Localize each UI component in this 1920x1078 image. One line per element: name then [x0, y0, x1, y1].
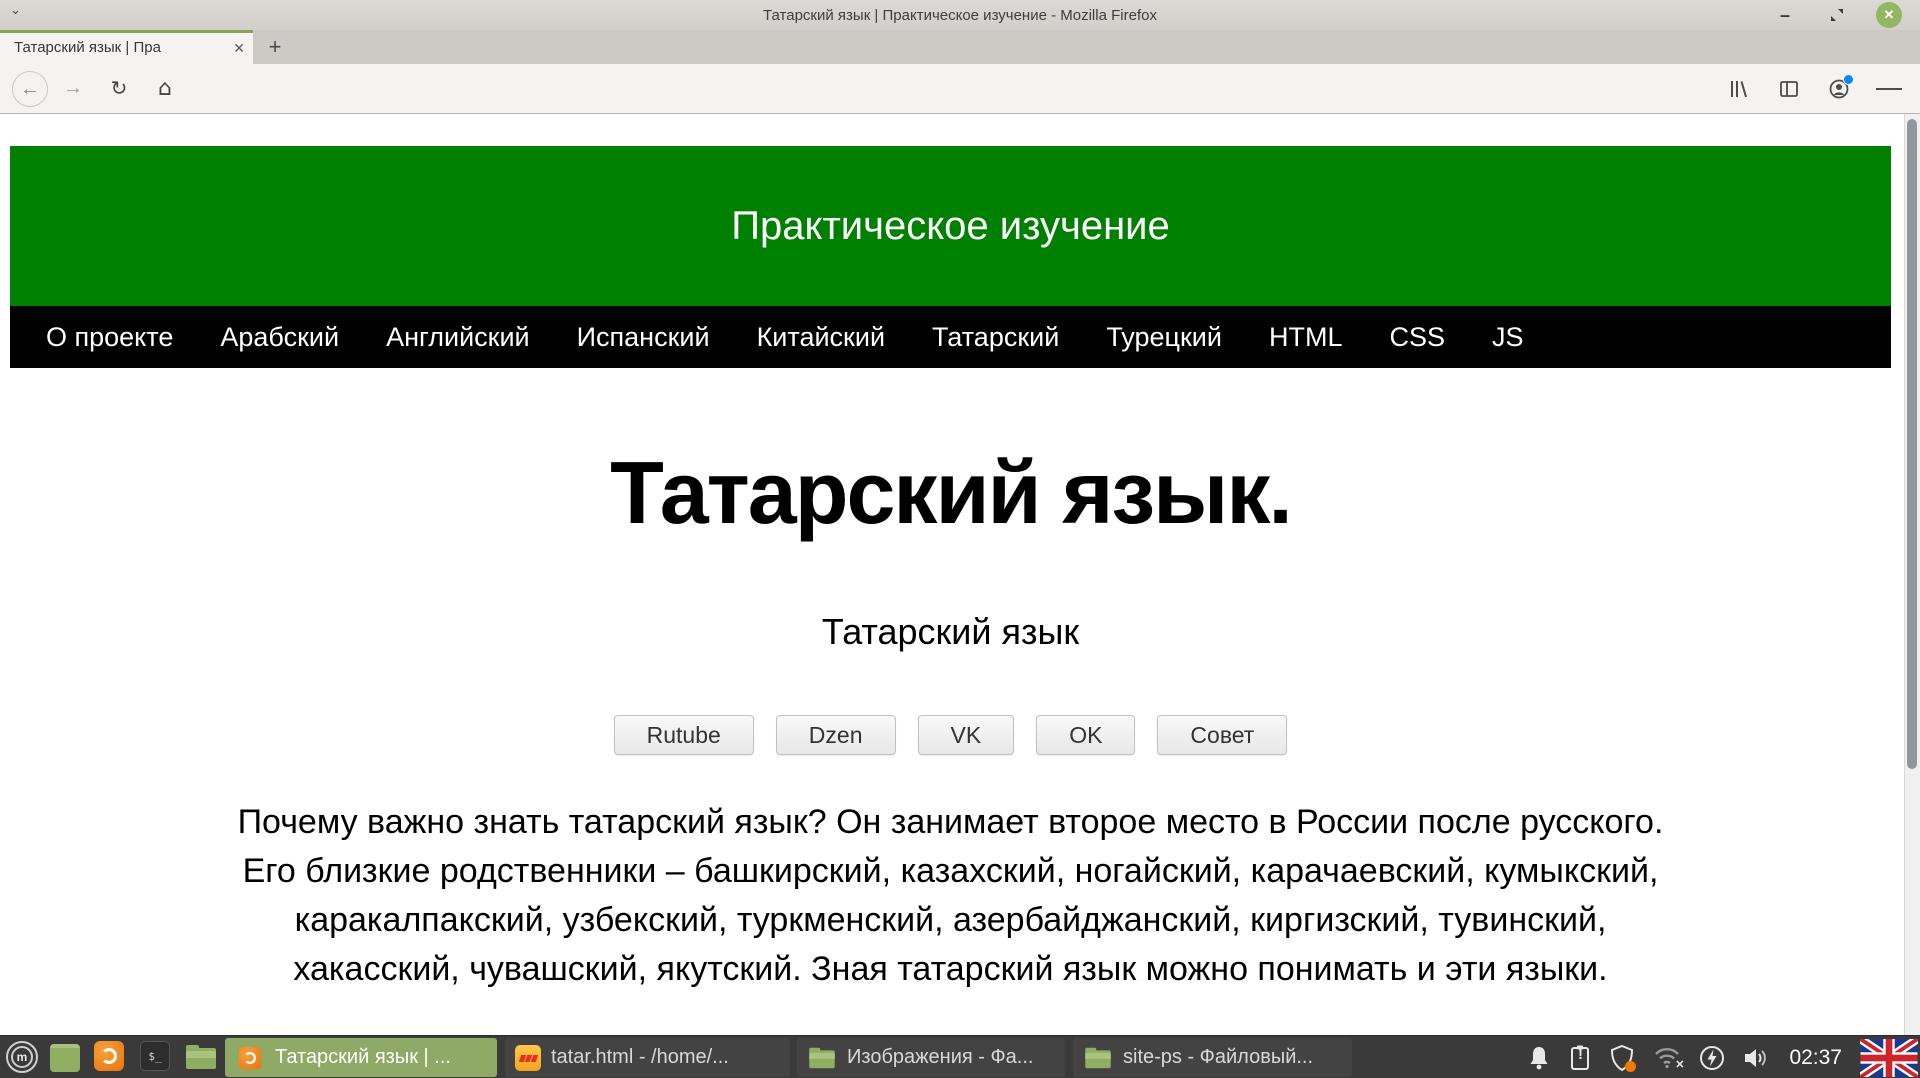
dzen-button[interactable]: Dzen — [776, 715, 896, 755]
volume-icon[interactable] — [1743, 1046, 1771, 1070]
nav-link-css[interactable]: CSS — [1389, 322, 1445, 353]
firefox-icon — [94, 1041, 124, 1071]
page-viewport: Практическое изучение О проекте Арабский… — [0, 114, 1920, 1035]
paragraph-line: Почему важно знать татарский язык? Он за… — [10, 798, 1891, 847]
intro-paragraph: Почему важно знать татарский язык? Он за… — [10, 798, 1891, 994]
firefox-launcher[interactable] — [94, 1041, 124, 1071]
task-button-editor[interactable]: tatar.html - /home/... — [505, 1038, 790, 1077]
library-icon[interactable] — [1726, 76, 1752, 102]
task-button-siteps[interactable]: site-ps - Файловый... — [1073, 1038, 1352, 1077]
tab-title: Татарский язык | Пра — [14, 39, 161, 56]
nav-link-english[interactable]: Английский — [386, 322, 530, 353]
account-icon[interactable] — [1826, 76, 1852, 102]
vk-button[interactable]: VK — [918, 715, 1015, 755]
task-button-images[interactable]: Изображения - Фа... — [797, 1038, 1065, 1077]
minimize-button[interactable]: – — [1772, 2, 1798, 28]
reload-button[interactable]: ↻ — [102, 71, 136, 105]
task-label: Татарский язык | ... — [275, 1046, 451, 1069]
social-buttons-row: Rutube Dzen VK OK Совет — [0, 715, 1901, 755]
terminal-icon: $_ — [140, 1041, 170, 1071]
paragraph-line: хакасский, чувашский, якутский. Зная тат… — [10, 945, 1891, 994]
files-launcher[interactable] — [186, 1045, 216, 1069]
page-subtitle: Татарский язык — [0, 612, 1901, 652]
site-banner-title: Практическое изучение — [731, 204, 1170, 249]
account-notification-dot — [1843, 74, 1854, 85]
firefox-icon — [239, 1046, 262, 1069]
shield-alert-dot — [1625, 1061, 1636, 1072]
maximize-button[interactable] — [1824, 2, 1850, 28]
system-tray: ! ✕ — [1485, 1036, 1920, 1078]
task-button-firefox[interactable]: Татарский язык | ... — [225, 1038, 497, 1077]
toolbar-right-icons — [1726, 64, 1920, 114]
sovet-button[interactable]: Совет — [1157, 715, 1287, 755]
terminal-launcher[interactable]: $_ — [140, 1041, 170, 1071]
window-controls: – ✕ — [1772, 0, 1902, 30]
site-banner: Практическое изучение — [10, 146, 1891, 306]
text-editor-icon — [515, 1045, 541, 1071]
browser-toolbar: ← → ↻ ⌂ i file:///home/user/Рабочий стол… — [0, 64, 1920, 114]
close-button[interactable]: ✕ — [1876, 2, 1902, 28]
power-icon[interactable] — [1699, 1045, 1725, 1071]
tab-close-icon[interactable]: ✕ — [233, 40, 245, 57]
nav-link-about[interactable]: О проекте — [46, 322, 173, 353]
paragraph-line: Его близкие родственники – башкирский, к… — [10, 847, 1891, 896]
clipboard-icon[interactable]: ! — [1569, 1044, 1591, 1071]
page-title: Татарский язык. — [0, 449, 1901, 537]
tab-tatar[interactable]: Татарский язык | Пра ✕ — [0, 30, 253, 64]
task-label: site-ps - Файловый... — [1123, 1046, 1313, 1069]
back-button[interactable]: ← — [12, 71, 48, 107]
nav-link-chinese[interactable]: Китайский — [757, 322, 885, 353]
folder-icon — [1085, 1047, 1111, 1067]
nav-link-tatar[interactable]: Татарский — [932, 322, 1059, 353]
site-nav: О проекте Арабский Английский Испанский … — [10, 306, 1891, 368]
screen: ⌄ Татарский язык | Практическое изучение… — [0, 0, 1920, 1078]
paragraph-line: каракалпакский, узбекский, туркменский, … — [10, 896, 1891, 945]
nav-link-spanish[interactable]: Испанский — [577, 322, 710, 353]
mint-logo-icon: m — [6, 1041, 38, 1073]
sidebars-icon[interactable] — [1776, 76, 1802, 102]
folder-icon — [186, 1045, 216, 1069]
window-titlebar: ⌄ Татарский язык | Практическое изучение… — [0, 0, 1920, 30]
nav-link-html[interactable]: HTML — [1269, 322, 1343, 353]
keyboard-layout-flag[interactable] — [1860, 1039, 1918, 1077]
nav-link-turkish[interactable]: Турецкий — [1106, 322, 1222, 353]
maximize-icon — [1829, 7, 1845, 23]
security-shield-icon[interactable] — [1609, 1044, 1635, 1072]
new-tab-button[interactable]: + — [258, 32, 292, 62]
tray-grid-icon[interactable] — [1485, 1045, 1509, 1071]
scrollbar[interactable] — [1904, 114, 1920, 1035]
rutube-button[interactable]: Rutube — [614, 715, 754, 755]
scrollbar-thumb[interactable] — [1907, 119, 1917, 769]
tab-bar: Татарский язык | Пра ✕ + — [0, 30, 1920, 64]
taskbar-clock[interactable]: 02:37 — [1789, 1046, 1842, 1070]
notifications-icon[interactable] — [1527, 1045, 1551, 1071]
show-desktop-button[interactable] — [50, 1044, 80, 1072]
menu-icon[interactable] — [1876, 76, 1902, 102]
ok-button[interactable]: OK — [1036, 715, 1135, 755]
clipboard-alert: ! — [1569, 1046, 1591, 1063]
window-title: Татарский язык | Практическое изучение -… — [763, 7, 1157, 24]
mint-menu-button[interactable]: m — [6, 1041, 38, 1073]
network-icon[interactable]: ✕ — [1653, 1046, 1681, 1070]
folder-icon — [809, 1047, 835, 1067]
taskbar: m $_ Татарский язык | ... tatar.html - /… — [0, 1035, 1920, 1078]
nav-link-arabic[interactable]: Арабский — [220, 322, 339, 353]
nav-link-js[interactable]: JS — [1492, 322, 1524, 353]
forward-button[interactable]: → — [56, 71, 90, 105]
home-button[interactable]: ⌂ — [148, 71, 182, 105]
task-label: Изображения - Фа... — [847, 1046, 1033, 1069]
task-label: tatar.html - /home/... — [551, 1046, 729, 1069]
network-disconnected-mark: ✕ — [1675, 1058, 1684, 1071]
tab-title-fade — [189, 33, 223, 64]
titlebar-chevron-icon[interactable]: ⌄ — [10, 2, 21, 18]
